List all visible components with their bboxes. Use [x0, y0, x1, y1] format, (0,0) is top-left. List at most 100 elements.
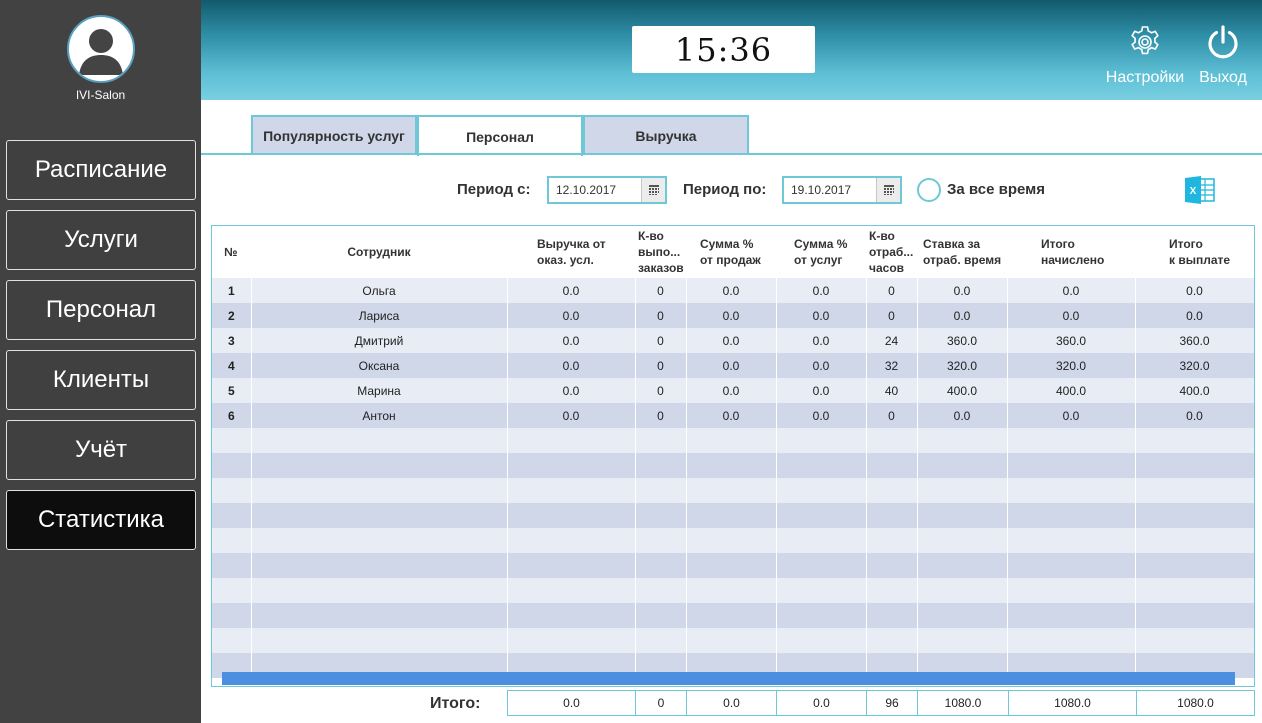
- column-header-hours-worked[interactable]: К-во отраб... часов: [866, 226, 917, 278]
- table-cell: [917, 428, 1008, 453]
- calendar-icon[interactable]: [641, 178, 665, 202]
- table-cell: [251, 453, 508, 478]
- period-to-value[interactable]: 19.10.2017: [784, 183, 876, 197]
- period-from-value[interactable]: 12.10.2017: [549, 183, 641, 197]
- table-row-empty[interactable]: [212, 428, 1254, 453]
- column-header-services-percent[interactable]: Сумма % от услуг: [776, 226, 866, 278]
- table-cell: [1007, 503, 1136, 528]
- table-cell: [507, 578, 636, 603]
- column-header-service-revenue[interactable]: Выручка от оказ. усл.: [507, 226, 635, 278]
- excel-icon[interactable]: X: [1184, 175, 1216, 205]
- nav-button-staff[interactable]: Персонал: [6, 280, 196, 340]
- nav-button-schedule[interactable]: Расписание: [6, 140, 196, 200]
- period-to-field[interactable]: 19.10.2017: [782, 176, 902, 204]
- tab-revenue[interactable]: Выручка: [583, 115, 749, 154]
- table-cell: 0.0: [1135, 303, 1254, 328]
- table-cell: [212, 528, 252, 553]
- total-service-revenue: 0.0: [507, 690, 636, 716]
- table-cell: [686, 503, 777, 528]
- table-row-empty[interactable]: [212, 553, 1254, 578]
- table-cell: [212, 503, 252, 528]
- table-cell: [917, 553, 1008, 578]
- table-cell: [866, 478, 918, 503]
- table-cell: [635, 478, 687, 503]
- table-cell: 3: [212, 328, 252, 353]
- table-row[interactable]: 3 Дмитрий 0.0 0 0.0 0.0 24 360.0 360.0 360.0: [212, 328, 1254, 353]
- nav-button-services[interactable]: Услуги: [6, 210, 196, 270]
- table-cell: 0.0: [686, 303, 777, 328]
- column-header-sales-percent[interactable]: Сумма % от продаж: [686, 226, 776, 278]
- settings-button[interactable]: Настройки: [1105, 24, 1185, 87]
- table-cell: 0.0: [776, 303, 867, 328]
- table-row-empty[interactable]: [212, 503, 1254, 528]
- table-row-empty[interactable]: [212, 528, 1254, 553]
- table-cell: [776, 528, 867, 553]
- table-cell: [1135, 528, 1254, 553]
- tab-service-popularity[interactable]: Популярность услуг: [251, 115, 417, 154]
- table-cell: [917, 478, 1008, 503]
- table-row-empty[interactable]: [212, 453, 1254, 478]
- nav-button-statistics[interactable]: Статистика: [6, 490, 196, 550]
- table-row[interactable]: 1 Ольга 0.0 0 0.0 0.0 0 0.0 0.0 0.0: [212, 278, 1254, 303]
- table-cell: [507, 478, 636, 503]
- table-cell: 320.0: [1135, 353, 1254, 378]
- table-cell: [686, 528, 777, 553]
- table-cell: 0.0: [686, 378, 777, 403]
- table-cell: [1135, 453, 1254, 478]
- table-cell: 0.0: [507, 328, 636, 353]
- table-row-empty[interactable]: [212, 578, 1254, 603]
- table-row-empty[interactable]: [212, 478, 1254, 503]
- table-cell: [917, 503, 1008, 528]
- table-cell: [686, 578, 777, 603]
- table-cell: 320.0: [1007, 353, 1136, 378]
- table-cell: [866, 528, 918, 553]
- table-cell: [776, 628, 867, 653]
- table-cell: [1007, 553, 1136, 578]
- table-cell: Дмитрий: [251, 328, 508, 353]
- table-cell: [212, 428, 252, 453]
- table-cell: [1135, 428, 1254, 453]
- column-header-orders-count[interactable]: К-во выпо... заказов: [635, 226, 686, 278]
- calendar-icon[interactable]: [876, 178, 900, 202]
- all-time-radio[interactable]: [917, 178, 941, 202]
- table-cell: 320.0: [917, 353, 1008, 378]
- horizontal-scrollbar[interactable]: [222, 672, 1235, 685]
- table-row[interactable]: 2 Лариса 0.0 0 0.0 0.0 0 0.0 0.0 0.0: [212, 303, 1254, 328]
- table-cell: 0.0: [776, 378, 867, 403]
- nav-button-accounting[interactable]: Учёт: [6, 420, 196, 480]
- table-cell: [866, 503, 918, 528]
- period-from-field[interactable]: 12.10.2017: [547, 176, 667, 204]
- table-cell: [507, 453, 636, 478]
- table-row[interactable]: 4 Оксана 0.0 0 0.0 0.0 32 320.0 320.0 320.0: [212, 353, 1254, 378]
- exit-button[interactable]: Выход: [1193, 24, 1253, 87]
- table-row-empty[interactable]: [212, 603, 1254, 628]
- column-header-number[interactable]: №: [212, 226, 251, 278]
- table-cell: 0.0: [1007, 278, 1136, 303]
- table-cell: [1007, 453, 1136, 478]
- user-avatar-icon: [79, 29, 123, 75]
- total-hourly-rate: 1080.0: [917, 690, 1009, 716]
- table-cell: 0: [635, 403, 687, 428]
- table-cell: 0.0: [507, 378, 636, 403]
- staff-stats-table: № Сотрудник Выручка от оказ. усл. К-во в…: [211, 225, 1255, 687]
- table-row-empty[interactable]: [212, 628, 1254, 653]
- table-cell: [212, 603, 252, 628]
- avatar[interactable]: [67, 15, 135, 83]
- svg-text:X: X: [1190, 186, 1197, 197]
- table-cell: [635, 603, 687, 628]
- column-header-total-payable[interactable]: Итого к выплате: [1135, 226, 1254, 278]
- table-cell: [1135, 603, 1254, 628]
- table-cell: [1135, 628, 1254, 653]
- all-time-label[interactable]: За все время: [947, 181, 1045, 198]
- column-header-employee[interactable]: Сотрудник: [251, 226, 507, 278]
- column-header-hourly-rate[interactable]: Ставка за отраб. время: [917, 226, 1007, 278]
- table-cell: 0.0: [1135, 278, 1254, 303]
- column-header-total-accrued[interactable]: Итого начислено: [1007, 226, 1135, 278]
- table-row[interactable]: 5 Марина 0.0 0 0.0 0.0 40 400.0 400.0 400.0: [212, 378, 1254, 403]
- table-cell: [251, 503, 508, 528]
- table-row[interactable]: 6 Антон 0.0 0 0.0 0.0 0 0.0 0.0 0.0: [212, 403, 1254, 428]
- tab-staff[interactable]: Персонал: [417, 115, 583, 156]
- nav-button-clients[interactable]: Клиенты: [6, 350, 196, 410]
- table-cell: 400.0: [1135, 378, 1254, 403]
- table-cell: [776, 553, 867, 578]
